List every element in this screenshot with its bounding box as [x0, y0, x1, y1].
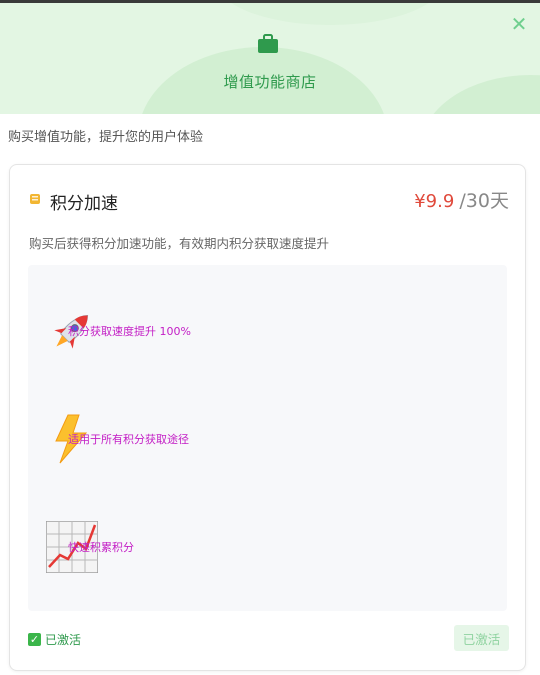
page-subtitle: 购买增值功能，提升您的用户体验 [8, 130, 204, 145]
price-amount: ¥9.9 [414, 191, 455, 212]
product-card: 积分加速 ¥9.9 /30天 购买后获得积分加速功能，有效期内积分获取速度提升 … [9, 164, 526, 671]
feature-item: 适用于所有积分获取途径 [28, 413, 507, 473]
feature-text: 适用于所有积分获取途径 [68, 433, 189, 446]
close-icon[interactable]: ✕ [508, 13, 530, 35]
product-title: 积分加速 [50, 194, 118, 214]
feature-text: 积分获取速度提升 100% [68, 325, 191, 338]
feature-list: 积分获取速度提升 100% 适用于所有积分获取途径 快速积累积分 [28, 265, 507, 611]
activated-button[interactable]: 已激活 [454, 625, 509, 651]
header-decoration [215, 3, 445, 25]
status-badge: ✓ 已激活 [28, 631, 81, 648]
page-title: 增值功能商店 [223, 73, 317, 91]
status-text: 已激活 [45, 633, 82, 647]
check-mark-icon: ✓ [28, 633, 41, 646]
shop-header: ✕ 增值功能商店 [0, 3, 540, 114]
feature-item: 快速积累积分 [28, 521, 507, 581]
briefcase-icon [258, 34, 278, 53]
feature-item: 积分获取速度提升 100% [28, 305, 507, 365]
feature-text: 快速积累积分 [68, 541, 134, 554]
price-duration: /30天 [459, 190, 509, 212]
coin-icon [30, 194, 40, 204]
product-price: ¥9.9 /30天 [414, 186, 509, 213]
product-description: 购买后获得积分加速功能，有效期内积分获取速度提升 [29, 236, 330, 251]
